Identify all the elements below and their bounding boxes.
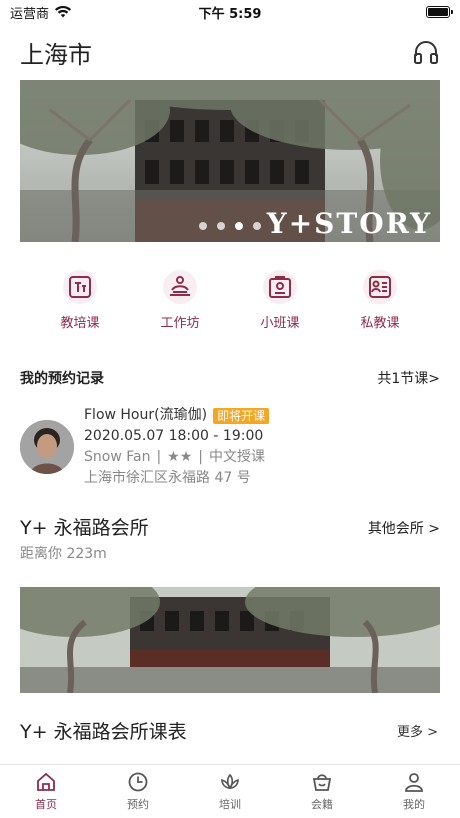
category-small-class[interactable]: 小班课: [240, 270, 320, 340]
tab-label: 培训: [219, 798, 241, 811]
headphone-icon[interactable]: [412, 38, 440, 66]
tab-profile[interactable]: 我的: [368, 765, 460, 818]
city-selector[interactable]: 上海市: [20, 35, 92, 70]
banner-carousel[interactable]: Y+STORY: [20, 80, 440, 242]
basket-icon: [312, 774, 332, 791]
club-distance: 距离你 223m: [20, 546, 107, 562]
tab-label: 我的: [403, 798, 425, 811]
workshop-icon: [163, 270, 197, 304]
tab-membership[interactable]: 会籍: [276, 765, 368, 818]
clock-icon: [128, 772, 148, 792]
lotus-icon: [221, 773, 239, 790]
tab-label: 首页: [35, 798, 57, 811]
wifi-icon: [55, 6, 72, 18]
private-coach-icon: [363, 270, 397, 304]
category-label: 教培课: [60, 316, 100, 331]
course-language: 中文授课: [209, 449, 265, 465]
club-photo[interactable]: [20, 587, 440, 693]
bottom-tab-bar: 首页 预约 培训 会籍 我的: [0, 764, 460, 818]
category-label: 小班课: [260, 316, 300, 331]
category-private-coach[interactable]: 私教课: [340, 270, 420, 340]
status-badge: 即将开课: [213, 407, 270, 424]
section-title: 我的预约记录: [20, 371, 104, 387]
carousel-dot[interactable]: [253, 222, 261, 230]
carrier-label: 运营商: [10, 6, 50, 22]
home-icon: [37, 772, 55, 791]
battery-icon: [426, 6, 453, 18]
category-label: 私教课: [360, 316, 400, 331]
carousel-dot[interactable]: [217, 222, 225, 230]
tab-label: 预约: [127, 798, 149, 811]
status-time: 下午 5:59: [198, 6, 262, 22]
status-bar: 运营商 下午 5:59: [0, 0, 460, 24]
booking-count-link[interactable]: 共1节课>: [377, 368, 440, 388]
category-teacher-training[interactable]: 教培课: [40, 270, 120, 340]
booking-section-header: 我的预约记录 共1节课>: [20, 368, 440, 388]
booking-info: Flow Hour(流瑜伽) 即将开课 2020.05.07 18:00 - 1…: [84, 405, 270, 489]
tab-label: 会籍: [311, 798, 333, 811]
teacher-name: Snow Fan: [84, 449, 151, 465]
header: 上海市: [0, 30, 460, 74]
carousel-indicator[interactable]: [20, 222, 440, 230]
booking-card[interactable]: Flow Hour(流瑜伽) 即将开课 2020.05.07 18:00 - 1…: [20, 402, 440, 492]
schedule-more-link[interactable]: 更多 >: [397, 721, 438, 740]
course-time: 2020.05.07 18:00 - 19:00: [84, 428, 264, 444]
avatar: [20, 420, 74, 474]
course-name: Flow Hour(流瑜伽): [84, 407, 208, 423]
tab-booking[interactable]: 预约: [92, 765, 184, 818]
teacher-training-icon: [63, 270, 97, 304]
tab-training[interactable]: 培训: [184, 765, 276, 818]
schedule-title: Y+ 永福路会所课表: [20, 721, 187, 743]
carousel-dot[interactable]: [199, 222, 207, 230]
profile-icon: [405, 773, 423, 792]
tab-home[interactable]: 首页: [0, 765, 92, 818]
category-label: 工作坊: [160, 316, 200, 331]
carousel-dot-active[interactable]: [235, 222, 243, 230]
club-name: Y+ 永福路会所: [20, 517, 149, 539]
other-clubs-link[interactable]: 其他会所 >: [368, 518, 440, 538]
course-address: 上海市徐汇区永福路 47 号: [84, 470, 251, 486]
category-shortcuts: 教培课 工作坊 小班课 私教课: [0, 270, 460, 340]
course-level: ★★: [167, 449, 193, 465]
category-workshop[interactable]: 工作坊: [140, 270, 220, 340]
small-class-icon: [263, 270, 297, 304]
